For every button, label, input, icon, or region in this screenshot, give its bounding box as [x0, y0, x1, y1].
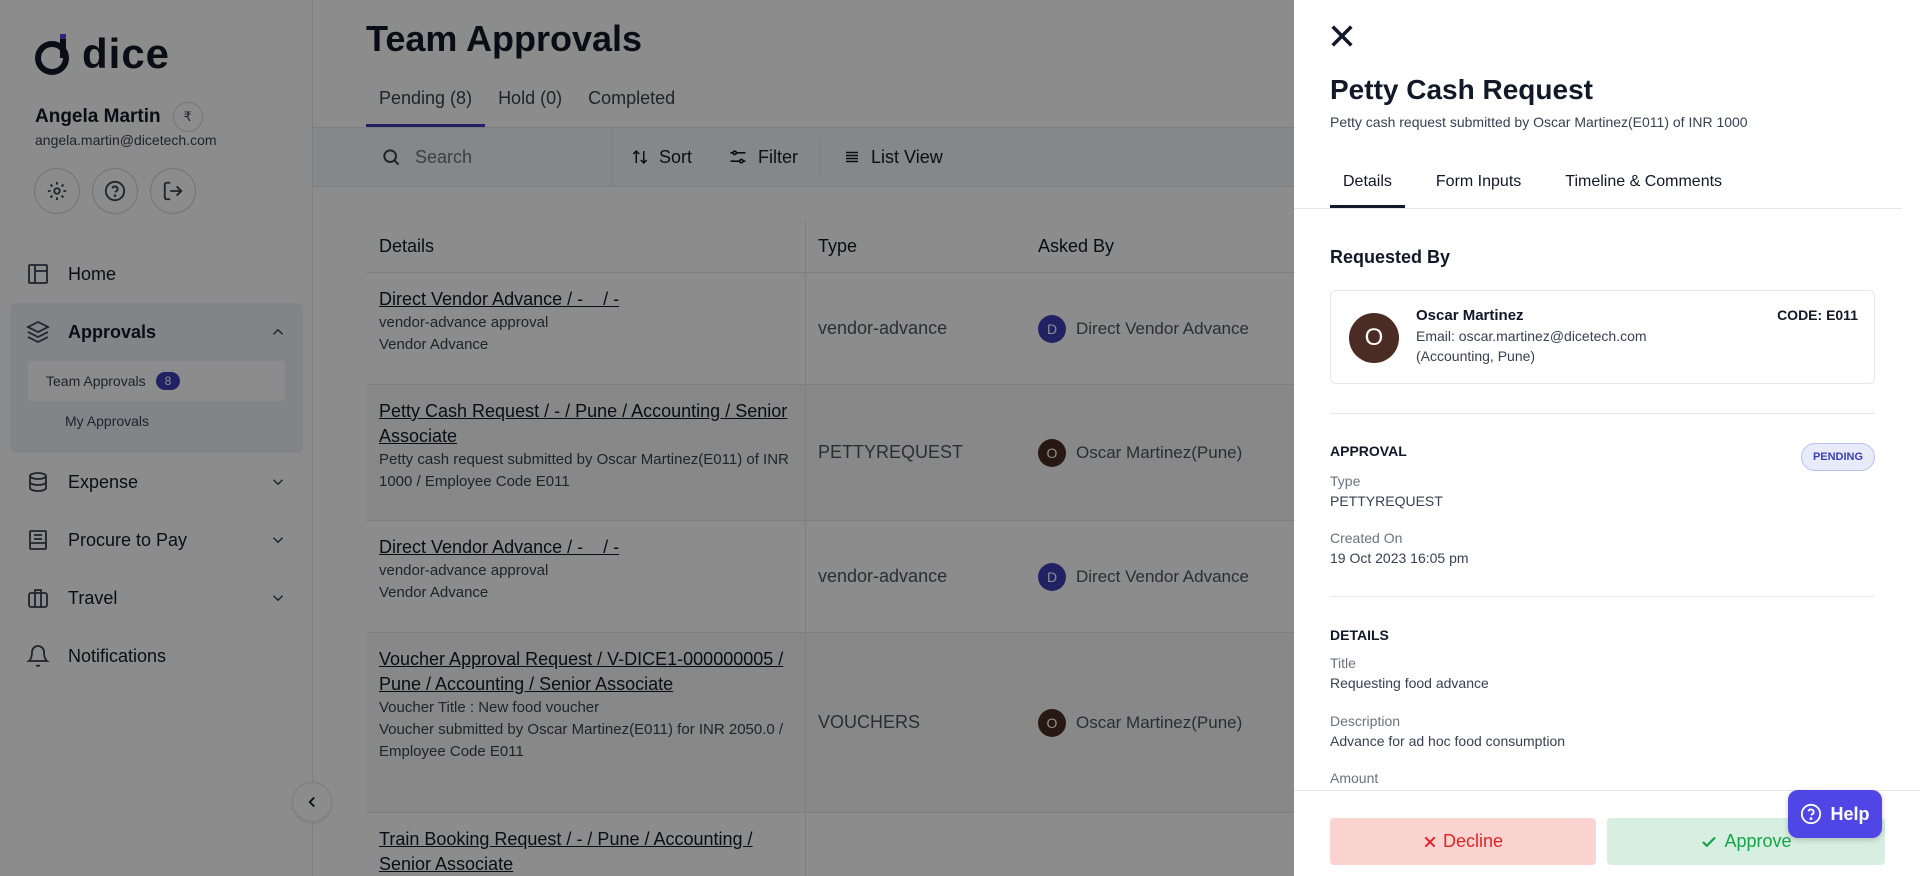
tabs-divider — [1294, 208, 1902, 209]
drawer-tabs: Details Form Inputs Timeline & Comments — [1330, 170, 1753, 208]
employee-code: CODE: E011 — [1777, 307, 1858, 323]
approve-label: Approve — [1724, 831, 1792, 851]
requester-name: Oscar Martinez — [1416, 307, 1524, 324]
title-value: Requesting food advance — [1330, 675, 1489, 691]
requester-card: O Oscar Martinez Email: oscar.martinez@d… — [1330, 290, 1875, 384]
modal-backdrop[interactable] — [0, 0, 1294, 876]
decline-button[interactable]: Decline — [1330, 818, 1596, 865]
description-label: Description — [1330, 713, 1401, 729]
drawer-subtitle: Petty cash request submitted by Oscar Ma… — [1330, 114, 1748, 130]
created-on-value: 19 Oct 2023 16:05 pm — [1330, 550, 1469, 566]
question-icon — [1801, 803, 1822, 825]
type-value: PETTYREQUEST — [1330, 493, 1443, 509]
requested-by-heading: Requested By — [1330, 247, 1451, 267]
avatar: O — [1349, 313, 1399, 363]
approval-heading: APPROVAL — [1330, 443, 1407, 459]
type-label: Type — [1330, 473, 1361, 489]
help-label: Help — [1830, 803, 1870, 824]
drawer-title: Petty Cash Request — [1330, 74, 1593, 105]
tab-form-inputs[interactable]: Form Inputs — [1423, 170, 1534, 208]
section-divider — [1330, 413, 1875, 414]
close-icon — [1331, 25, 1353, 47]
tab-details[interactable]: Details — [1330, 170, 1405, 208]
x-icon — [1424, 836, 1436, 847]
decline-label: Decline — [1442, 831, 1504, 851]
check-icon — [1702, 836, 1717, 847]
request-detail-drawer: Petty Cash Request Petty cash request su… — [1294, 0, 1920, 876]
status-badge: PENDING — [1801, 443, 1875, 471]
requester-email: Email: oscar.martinez@dicetech.com — [1416, 328, 1647, 344]
section-divider — [1330, 596, 1875, 597]
description-value: Advance for ad hoc food consumption — [1330, 733, 1566, 749]
details-heading: DETAILS — [1330, 627, 1389, 643]
created-on-label: Created On — [1330, 530, 1403, 546]
close-button[interactable] — [1328, 22, 1356, 50]
title-label: Title — [1330, 655, 1356, 671]
help-button[interactable]: Help — [1788, 790, 1882, 838]
amount-label: Amount — [1330, 770, 1379, 786]
tab-timeline-comments[interactable]: Timeline & Comments — [1552, 170, 1735, 208]
requester-department: (Accounting, Pune) — [1416, 348, 1536, 364]
